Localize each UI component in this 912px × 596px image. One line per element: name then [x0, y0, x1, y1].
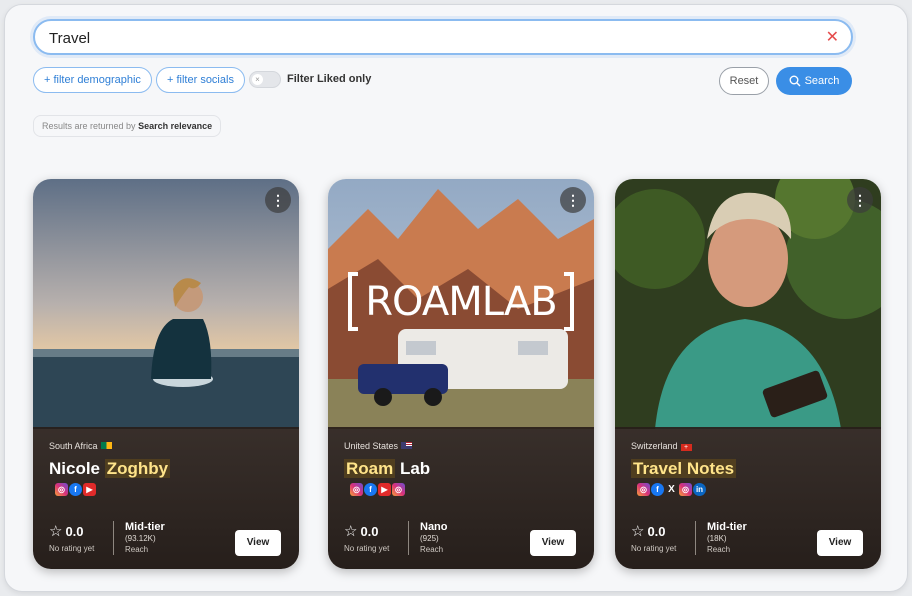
search-button-label: Search — [804, 75, 840, 87]
view-button[interactable]: View — [817, 530, 863, 556]
clear-search-icon[interactable]: ✕ — [826, 27, 839, 47]
search-input[interactable] — [49, 27, 809, 49]
rating-value: ☆ 0.0 — [344, 523, 379, 540]
youtube-icon[interactable]: ▶ — [378, 483, 391, 496]
creator-card[interactable]: ⋮ South Africa Nicole Zoghby ◎ f ▶ ☆ 0.0 … — [33, 179, 299, 569]
divider — [695, 521, 696, 555]
card-menu-button[interactable]: ⋮ — [560, 187, 586, 213]
divider — [113, 521, 114, 555]
country-label: United States — [344, 441, 413, 451]
brand-logo-text: ROAMLAB — [365, 279, 557, 325]
toggle-knob: × — [252, 74, 263, 85]
reset-button[interactable]: Reset — [719, 67, 769, 95]
card-menu-button[interactable]: ⋮ — [847, 187, 873, 213]
relevance-value: Search relevance — [138, 121, 213, 131]
creator-name-highlight: Zoghby — [104, 459, 171, 478]
x-icon[interactable]: X — [665, 483, 678, 496]
card-menu-button[interactable]: ⋮ — [265, 187, 291, 213]
rating-value: ☆ 0.0 — [631, 523, 666, 540]
search-icon — [789, 75, 801, 87]
creator-card[interactable]: ⋮ Switzerland + Travel Notes ◎ f X ◎ in ☆… — [615, 179, 881, 569]
creator-photo — [615, 179, 881, 429]
creator-name-highlight: Travel Notes — [631, 459, 737, 478]
liked-only-label: Filter Liked only — [287, 73, 372, 85]
tier-label: Mid-tier — [707, 521, 747, 533]
reach-count: (93.12K) — [125, 534, 156, 543]
instagram-icon[interactable]: ◎ — [350, 483, 363, 496]
facebook-icon[interactable]: f — [651, 483, 664, 496]
flag-south-africa-icon — [100, 442, 112, 449]
instagram-icon[interactable]: ◎ — [637, 483, 650, 496]
creator-photo — [33, 179, 299, 429]
linkedin-icon[interactable]: in — [693, 483, 706, 496]
country-label: South Africa — [49, 441, 112, 451]
reach-label: Reach — [707, 545, 731, 554]
divider — [408, 521, 409, 555]
social-icons: ◎ f X ◎ in — [637, 483, 706, 496]
star-icon: ☆ — [49, 523, 63, 540]
search-button[interactable]: Search — [776, 67, 852, 95]
facebook-icon[interactable]: f — [69, 483, 82, 496]
rating-subtext: No rating yet — [344, 544, 390, 553]
relevance-note: Results are returned by Search relevance — [33, 115, 222, 137]
reach-count: (925) — [420, 534, 439, 543]
social-icons: ◎ f ▶ ◎ — [350, 483, 405, 496]
creator-name: Nicole Zoghby — [49, 459, 171, 479]
instagram-alt-icon[interactable]: ◎ — [392, 483, 405, 496]
country-name: South Africa — [49, 441, 98, 451]
tier-label: Nano — [420, 521, 448, 533]
instagram-alt-icon[interactable]: ◎ — [679, 483, 692, 496]
rating-subtext: No rating yet — [49, 544, 95, 553]
social-icons: ◎ f ▶ — [55, 483, 96, 496]
facebook-icon[interactable]: f — [364, 483, 377, 496]
view-button[interactable]: View — [530, 530, 576, 556]
creator-name: Roam Lab — [344, 459, 430, 479]
creator-name: Travel Notes — [631, 459, 737, 479]
filter-socials-button[interactable]: + filter socials — [156, 67, 245, 93]
filter-demographic-button[interactable]: + filter demographic — [33, 67, 152, 93]
creator-name-rest: Lab — [399, 459, 431, 478]
liked-only-toggle[interactable]: × — [249, 71, 281, 88]
rating-value: ☆ 0.0 — [49, 523, 84, 540]
app-frame: ✕ + filter demographic + filter socials … — [4, 4, 908, 592]
rating-subtext: No rating yet — [631, 544, 677, 553]
creator-card[interactable]: ROAMLAB ⋮ United States Roam Lab ◎ f ▶ ◎… — [328, 179, 594, 569]
country-label: Switzerland + — [631, 441, 692, 451]
flag-united-states-icon — [401, 442, 413, 449]
creator-name-highlight: Roam — [344, 459, 396, 478]
star-icon: ☆ — [344, 523, 358, 540]
search-box[interactable]: ✕ — [33, 19, 853, 55]
reach-count: (18K) — [707, 534, 727, 543]
youtube-icon[interactable]: ▶ — [83, 483, 96, 496]
flag-switzerland-icon: + — [680, 444, 692, 451]
country-name: United States — [344, 441, 399, 451]
view-button[interactable]: View — [235, 530, 281, 556]
reach-label: Reach — [125, 545, 149, 554]
country-name: Switzerland — [631, 441, 678, 451]
instagram-icon[interactable]: ◎ — [55, 483, 68, 496]
tier-label: Mid-tier — [125, 521, 165, 533]
star-icon: ☆ — [631, 523, 645, 540]
reach-label: Reach — [420, 545, 444, 554]
creator-first-name: Nicole — [49, 459, 101, 478]
relevance-prefix: Results are returned by — [42, 121, 136, 131]
